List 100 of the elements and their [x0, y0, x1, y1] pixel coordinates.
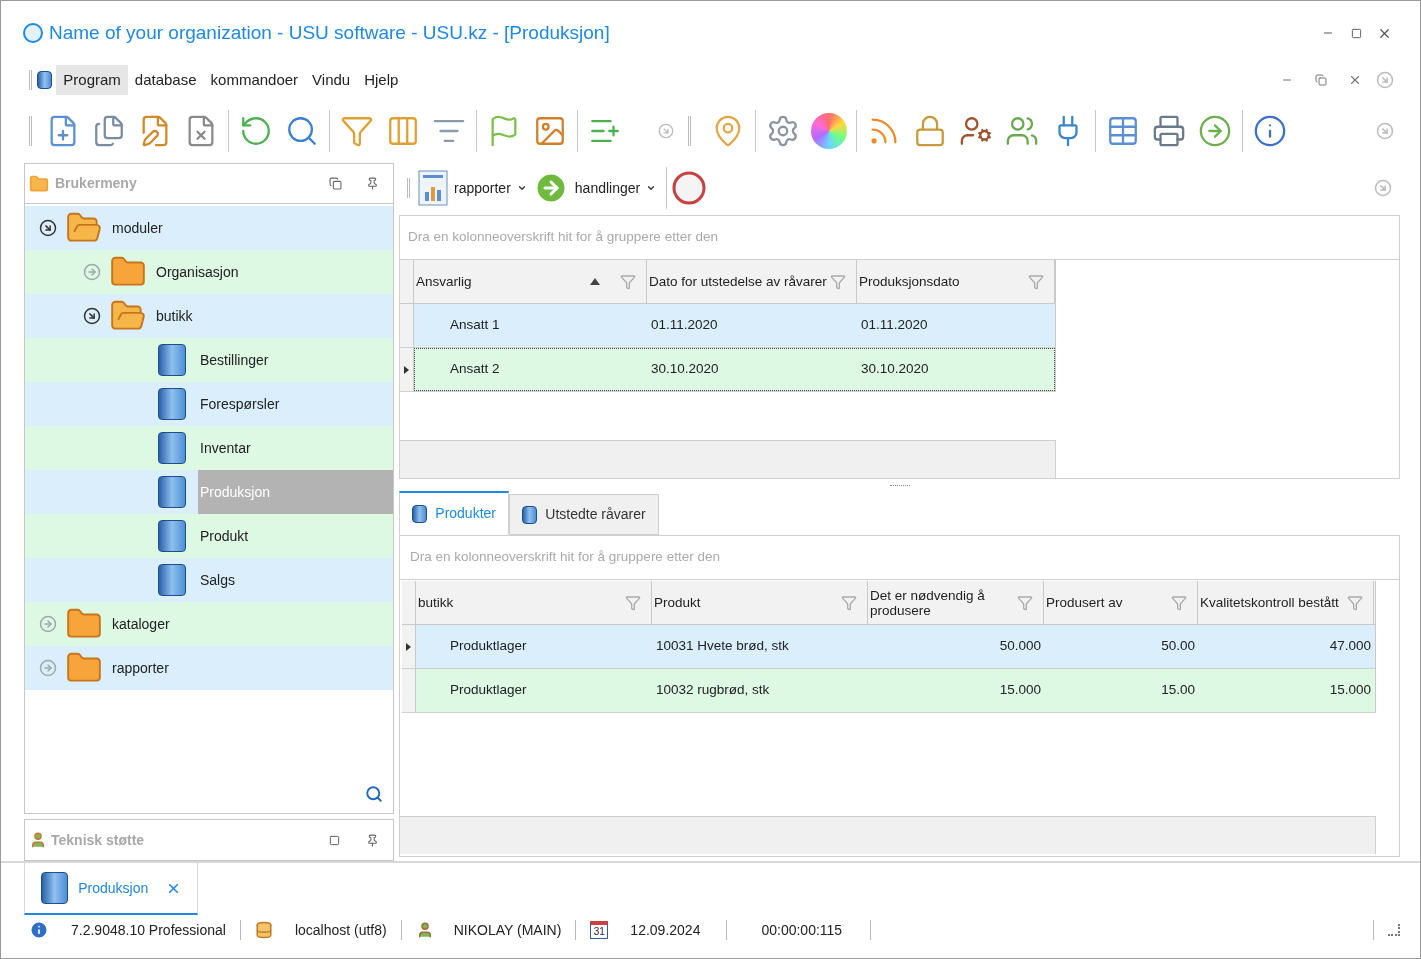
column-filter-icon: [386, 114, 420, 148]
dropdown-button[interactable]: handlinger: [532, 170, 657, 206]
tree-item[interactable]: kataloger: [110, 602, 170, 646]
user-key-icon: [959, 114, 993, 148]
version-text: 7.2.9048.10 Professional: [71, 920, 226, 940]
filter-icon[interactable]: [830, 273, 846, 290]
float-icon[interactable]: [329, 177, 342, 190]
filter-icon[interactable]: [1017, 594, 1033, 611]
column-header[interactable]: butikk: [416, 581, 652, 624]
dropdown-button[interactable]: rapporter: [418, 170, 527, 206]
column-header[interactable]: Produkt: [652, 581, 868, 624]
menu-item[interactable]: Vindu: [305, 65, 358, 95]
column-header[interactable]: Produksjonsdato: [857, 260, 1055, 303]
book-icon: [522, 505, 538, 524]
book-icon: [412, 504, 428, 523]
menu-item[interactable]: kommandoer: [203, 65, 306, 95]
table-cell-text: Produktlager: [450, 637, 527, 656]
pin-icon[interactable]: [366, 833, 379, 847]
pin-icon[interactable]: [366, 177, 379, 190]
table-cell-text: 30.10.2020: [861, 360, 929, 379]
database-icon: [254, 921, 273, 939]
book-icon: [158, 432, 186, 464]
color-wheel-icon: [811, 113, 847, 149]
menu-item[interactable]: database: [127, 65, 204, 95]
table-cell-text: 15.000: [999, 681, 1041, 700]
caret-icon: [516, 183, 527, 193]
column-header[interactable]: Dato for utstedelse av råvarer: [647, 260, 857, 303]
row-indicator-icon: [404, 365, 409, 374]
filter-icon[interactable]: [1028, 273, 1044, 290]
maximize-icon: [1350, 27, 1362, 39]
group-hint: Dra en kolonneoverskrift hit for å gruppere etter den: [408, 228, 718, 247]
date-text: 12.09.2024: [630, 920, 701, 940]
caret-icon: [646, 183, 657, 193]
table-cell-text: 01.11.2020: [861, 316, 928, 335]
table-cell-text: 50.00: [1161, 637, 1195, 656]
column-header[interactable]: Det er nødvendig å produsere: [868, 581, 1044, 624]
expand-icon[interactable]: [39, 615, 57, 633]
tree-item[interactable]: Bestillinger: [198, 338, 269, 382]
tree-item[interactable]: Produkt: [198, 514, 249, 558]
maximize-icon[interactable]: [329, 834, 340, 846]
tab[interactable]: Produkter: [399, 491, 509, 535]
filter-icon[interactable]: [1171, 594, 1187, 611]
tree-item[interactable]: butikk: [154, 294, 193, 338]
table-cell-text: 10031 Hvete brød, stk: [656, 637, 789, 656]
funnel-icon: [340, 114, 374, 148]
search-icon[interactable]: [365, 785, 383, 803]
resize-grip-icon[interactable]: [1388, 924, 1400, 936]
panel-title: Teknisk støtte: [51, 830, 146, 850]
info-icon: [1253, 114, 1287, 148]
row-header[interactable]: [402, 625, 416, 668]
group-hint: Dra en kolonneoverskrift hit for å gruppere etter den: [410, 548, 720, 567]
filter-icon[interactable]: [625, 594, 641, 611]
book-icon: [158, 564, 186, 596]
book-icon: [158, 520, 186, 552]
row-indicator-icon: [406, 642, 411, 651]
table-cell-text: Ansatt 2: [450, 360, 500, 379]
tab[interactable]: Utstedte råvarer: [509, 494, 659, 535]
column-header[interactable]: Kvalitetskontroll bestått: [1198, 581, 1374, 624]
filter-icon[interactable]: [1347, 594, 1363, 611]
expand-icon[interactable]: [39, 659, 57, 677]
tree-item[interactable]: moduler: [110, 206, 163, 250]
close-icon: [1348, 73, 1362, 87]
table-cell-text: 10032 rugbrød, stk: [656, 681, 770, 700]
tree-item[interactable]: rapporter: [110, 646, 169, 690]
table-icon: [1106, 114, 1140, 148]
menu-item[interactable]: Program: [56, 65, 128, 95]
table-cell-text: 30.10.2020: [651, 360, 719, 379]
tree-item[interactable]: Inventar: [198, 426, 251, 470]
panel-title: Brukermeny: [55, 174, 138, 193]
filter-icon[interactable]: [620, 273, 636, 290]
calendar-icon: 31: [590, 921, 609, 939]
document-tab[interactable]: Produksjon: [24, 863, 199, 915]
expand-icon[interactable]: [83, 263, 101, 281]
menu-item[interactable]: Hjelp: [357, 65, 406, 95]
timer-text: 00:00:00:115: [761, 920, 843, 940]
column-header[interactable]: Produsert av: [1044, 581, 1198, 624]
table-cell-text: Ansatt 1: [450, 316, 500, 335]
copy-files-icon: [92, 114, 126, 148]
table-cell-text: Produktlager: [450, 681, 527, 700]
tree-item[interactable]: Salgs: [198, 558, 236, 602]
column-header[interactable]: Ansvarlig: [414, 260, 647, 303]
table-cell-text: 15.000: [1329, 681, 1371, 700]
folder-icon: [29, 173, 49, 194]
row-header[interactable]: [400, 348, 414, 391]
filter-icon[interactable]: [841, 594, 857, 611]
settings-icon: [766, 114, 800, 148]
lock-icon: [913, 114, 947, 148]
info-icon: [29, 920, 49, 940]
picture-icon: [533, 114, 567, 148]
table-cell-text: 47.000: [1329, 637, 1371, 656]
search-icon: [285, 114, 319, 148]
book-icon: [158, 476, 186, 508]
user-icon: [29, 831, 47, 849]
restore-icon: [1315, 74, 1327, 86]
printer-icon: [1152, 114, 1186, 148]
book-icon: [41, 872, 69, 904]
table-cell-text: 50.000: [999, 637, 1041, 656]
report-chart-icon: [418, 170, 448, 206]
window-title: Name of your organization - USU software - USU.kz - [Produksjon]: [49, 20, 610, 45]
user-text: NIKOLAY (MAIN): [453, 920, 562, 940]
